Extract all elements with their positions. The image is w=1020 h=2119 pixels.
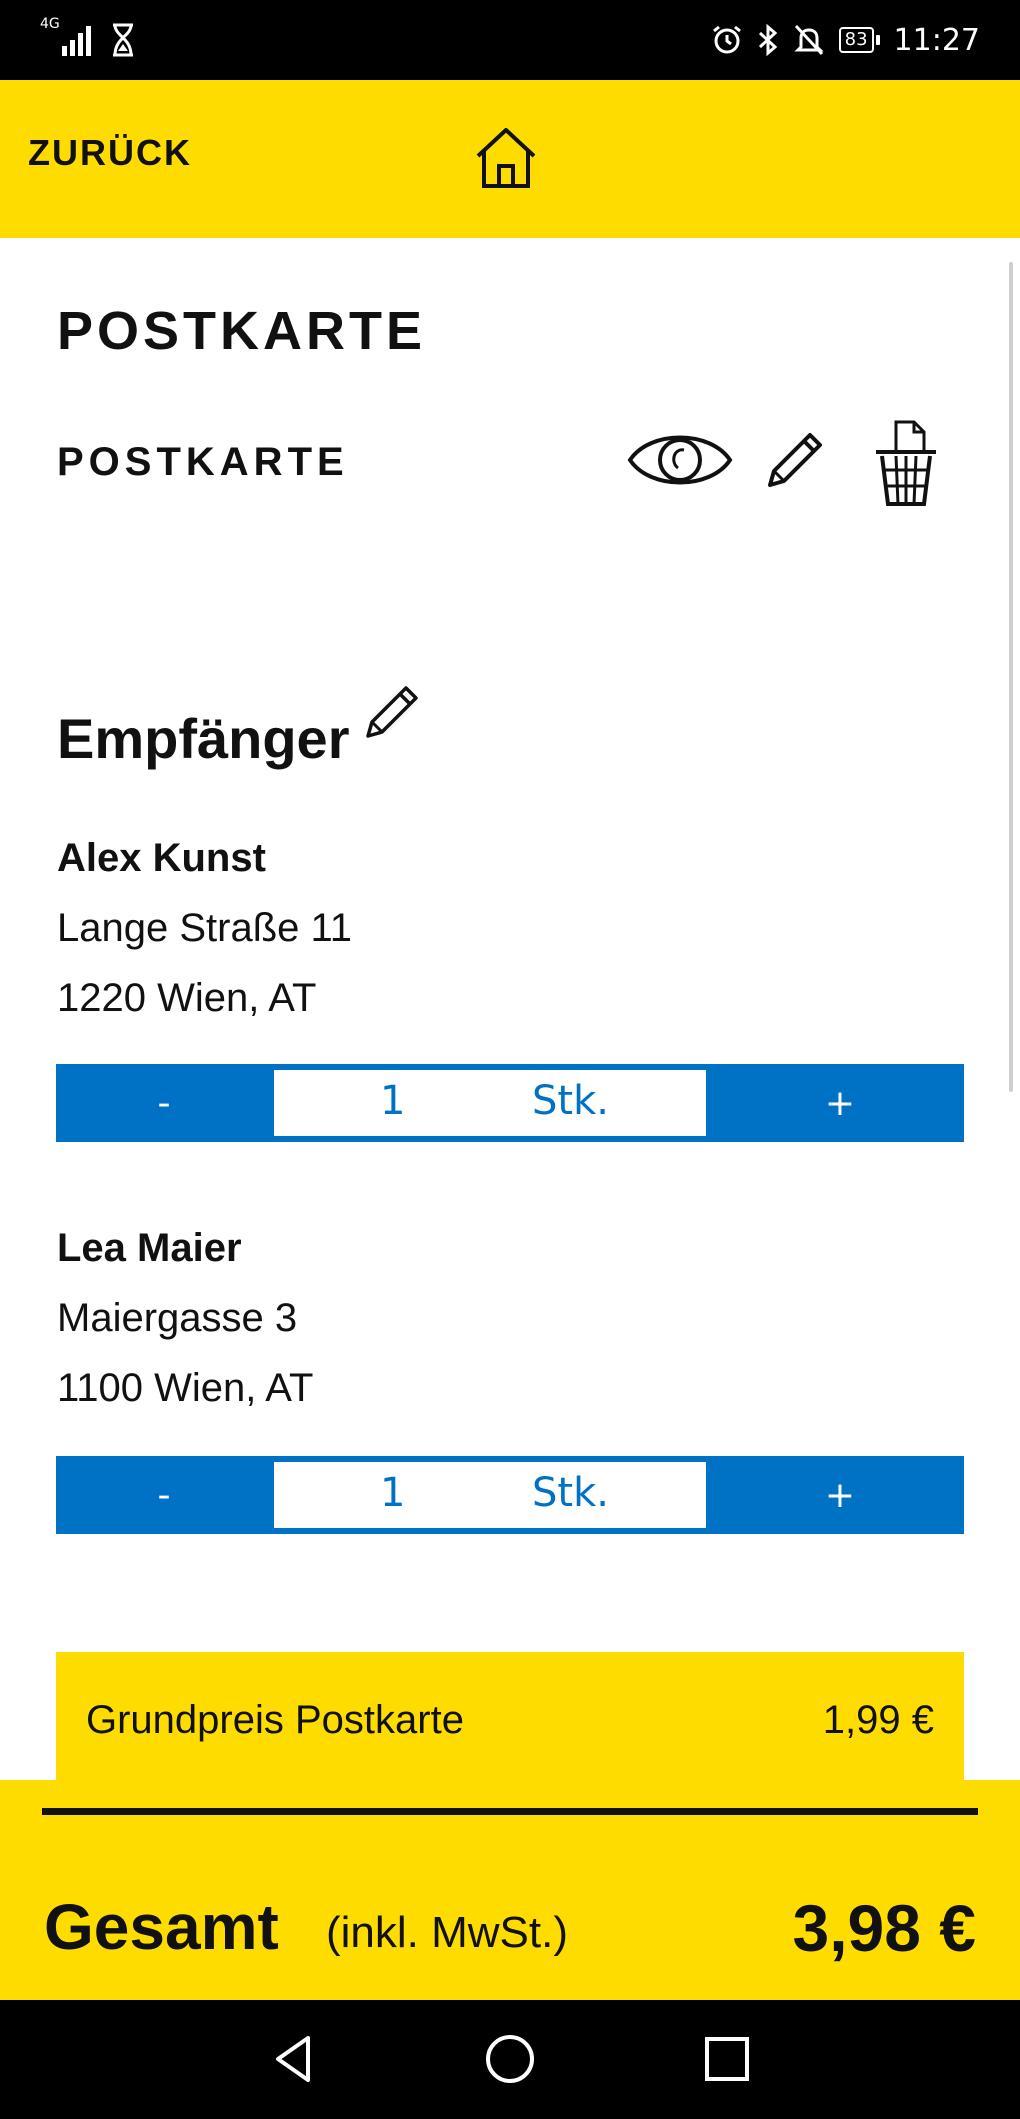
quantity-field[interactable]: 1 Stk.	[274, 1462, 706, 1528]
quantity-unit: Stk.	[532, 1470, 609, 1516]
mute-bell-icon	[794, 24, 824, 56]
battery-level: 83	[838, 27, 874, 53]
increment-button[interactable]: +	[716, 1456, 964, 1534]
quantity-stepper: - 1 Stk. +	[56, 1064, 964, 1142]
quantity-stepper: - 1 Stk. +	[56, 1456, 964, 1534]
recents-square-icon[interactable]	[700, 2032, 754, 2086]
recipient-street: Lange Straße 11	[57, 906, 353, 950]
total-footer: Gesamt (inkl. MwSt.) 3,98 €	[0, 1780, 1020, 2000]
trash-icon[interactable]	[870, 418, 942, 508]
network-type: 4G	[40, 16, 60, 32]
edit-recipients-icon[interactable]	[362, 680, 424, 742]
quantity-value: 1	[380, 1078, 406, 1124]
total-tax-note: (inkl. MwSt.)	[326, 1908, 568, 1957]
page-title: POSTKARTE	[57, 301, 427, 361]
scrollbar[interactable]	[1009, 262, 1013, 1092]
app-header: ZURÜCK	[0, 80, 1020, 238]
recipient-name: Alex Kunst	[57, 836, 266, 880]
quantity-unit: Stk.	[532, 1078, 609, 1124]
recipient-city: 1100 Wien, AT	[57, 1366, 314, 1410]
status-right: 83 11:27	[711, 20, 980, 60]
recipient-city: 1220 Wien, AT	[57, 976, 317, 1020]
recipient-name: Lea Maier	[57, 1226, 242, 1270]
alarm-icon	[712, 25, 741, 54]
recipient-street: Maiergasse 3	[57, 1296, 298, 1340]
decrement-button[interactable]: -	[56, 1064, 272, 1142]
quantity-field[interactable]: 1 Stk.	[274, 1070, 706, 1136]
navigation-bar	[0, 2000, 1020, 2119]
quantity-value: 1	[380, 1470, 406, 1516]
hourglass-icon	[113, 23, 133, 57]
home-circle-icon[interactable]	[483, 2032, 537, 2086]
base-price-box: Grundpreis Postkarte 1,99 €	[56, 1652, 964, 1782]
recipients-title: Empfänger	[57, 707, 350, 770]
signal-icon: 4G	[40, 16, 96, 60]
base-price-value: 1,99 €	[822, 1698, 934, 1742]
back-triangle-icon[interactable]	[268, 2032, 322, 2086]
back-button[interactable]: ZURÜCK	[28, 132, 192, 174]
bluetooth-icon	[758, 23, 777, 57]
battery-icon: 83	[838, 27, 880, 53]
total-label: Gesamt	[44, 1891, 279, 1963]
base-price-label: Grundpreis Postkarte	[86, 1698, 464, 1742]
decrement-button[interactable]: -	[56, 1456, 272, 1534]
status-left: 4G	[40, 16, 136, 60]
status-bar: 4G 83 11:27	[0, 0, 1020, 80]
total-divider	[42, 1808, 978, 1815]
product-name: POSTKARTE	[57, 440, 349, 484]
total-value: 3,98 €	[792, 1891, 977, 1965]
increment-button[interactable]: +	[716, 1064, 964, 1142]
home-icon[interactable]	[470, 122, 542, 194]
pencil-icon[interactable]	[760, 425, 826, 495]
eye-icon[interactable]	[626, 420, 734, 500]
status-time: 11:27	[893, 22, 980, 58]
